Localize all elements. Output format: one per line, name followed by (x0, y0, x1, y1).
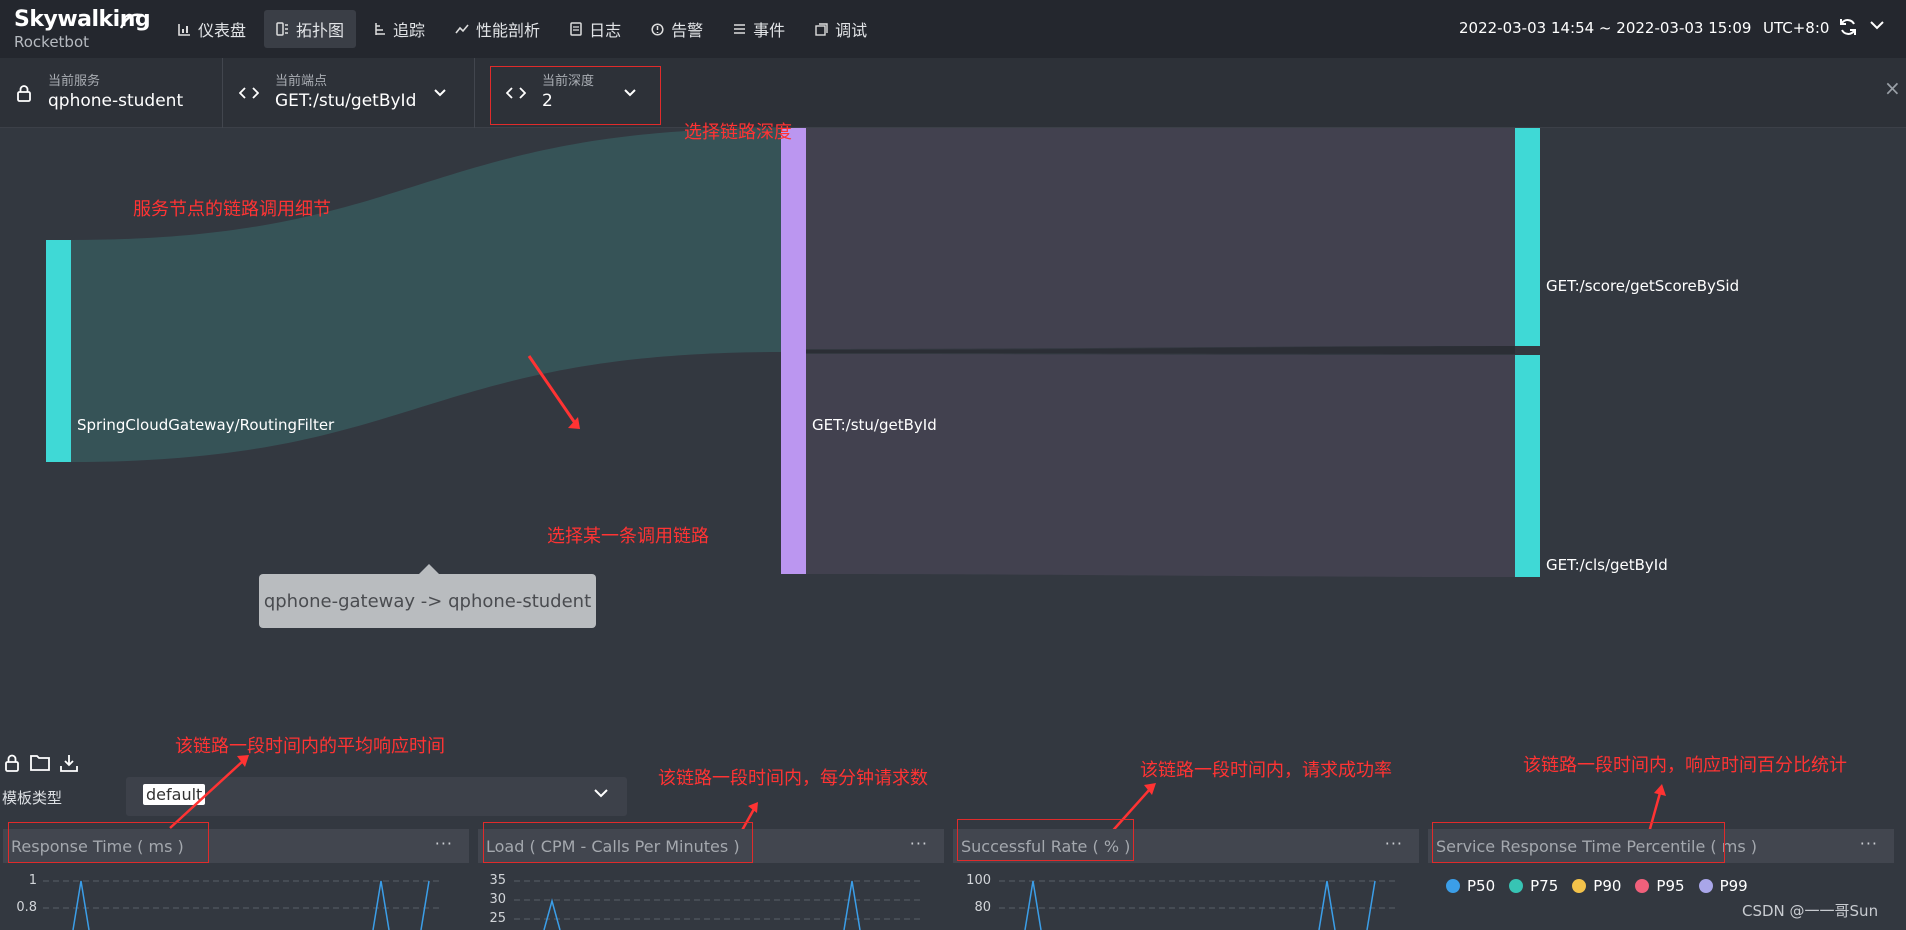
top-navbar: Skywalking Rocketbot 仪表盘 拓扑图 追踪 性能剖析 日志 (0, 0, 1906, 58)
y-tick: 80 (974, 900, 991, 915)
legend-label: P90 (1593, 877, 1622, 895)
annotation-node-detail: 服务节点的链路调用细节 (133, 199, 331, 220)
nav-label: 追踪 (393, 21, 426, 40)
nav-label: 调试 (835, 21, 868, 40)
y-tick: 100 (966, 873, 991, 888)
event-icon (734, 24, 746, 34)
service-label: 当前服务 (48, 74, 101, 89)
link-tooltip: qphone-gateway -> qphone-student (259, 564, 596, 628)
nav-label: 告警 (671, 21, 704, 40)
timezone-label[interactable]: UTC+8:0 (1763, 19, 1829, 37)
legend-label: P99 (1719, 877, 1748, 895)
service-selector[interactable]: 当前服务 qphone-student (0, 58, 223, 128)
watermark: CSDN @一一哥Sun (1742, 902, 1879, 920)
sankey-node-label[interactable]: GET:/cls/getById (1546, 556, 1668, 574)
legend-label: P95 (1656, 877, 1685, 895)
legend-label: P50 (1467, 877, 1496, 895)
nav-label: 日志 (589, 21, 622, 40)
annotation-depth: 选择链路深度 (684, 122, 792, 143)
depth-highlight-box (490, 66, 661, 125)
time-range-picker[interactable]: 2022-03-03 14:54 ~ 2022-03-03 15:09 (1459, 19, 1751, 37)
topology-icon (276, 22, 289, 36)
debug-icon (815, 22, 828, 36)
nav-label: 仪表盘 (198, 21, 247, 40)
sankey-node-center (781, 128, 806, 574)
main-nav: 仪表盘 拓扑图 追踪 性能剖析 日志 告警 事件 调试 (166, 10, 885, 48)
y-tick: 0.8 (16, 900, 37, 915)
success-rate-highlight (957, 819, 1134, 861)
brand-subtitle: Rocketbot (14, 33, 90, 51)
chart-icon (178, 23, 190, 36)
sankey-link-gateway-center (71, 128, 781, 462)
response-time-highlight (8, 822, 209, 863)
selector-bar: 当前服务 qphone-student 当前端点 GET:/stu/getByI… (0, 58, 1906, 128)
nav-item-profiling[interactable]: 性能剖析 (443, 10, 552, 48)
nav-label: 事件 (753, 21, 786, 40)
legend-item-p75[interactable]: P75 (1509, 877, 1558, 895)
logo-arc-icon (119, 13, 141, 29)
lock-icon (17, 84, 31, 102)
nav-label: 拓扑图 (296, 21, 345, 40)
sankey-node-label[interactable]: SpringCloudGateway/RoutingFilter (77, 416, 334, 434)
chevron-down-icon (434, 89, 447, 97)
legend-item-p95[interactable]: P95 (1635, 877, 1685, 895)
legend-label: P75 (1530, 877, 1559, 895)
percentile-highlight (1432, 822, 1725, 863)
y-tick: 30 (489, 892, 506, 907)
nav-item-alarm[interactable]: 告警 (639, 10, 715, 48)
sankey-node-label[interactable]: GET:/score/getScoreBySid (1546, 277, 1739, 295)
endpoint-value: GET:/stu/getById (275, 91, 417, 111)
nav-item-event[interactable]: 事件 (721, 10, 797, 48)
legend-item-p90[interactable]: P90 (1572, 877, 1621, 895)
nav-item-trace[interactable]: 追踪 (362, 10, 437, 48)
sankey-link-center-score-main (806, 128, 1515, 349)
service-value: qphone-student (48, 91, 184, 111)
load-sparkline (514, 880, 924, 930)
alarm-icon (651, 22, 664, 36)
nav-item-debug[interactable]: 调试 (803, 10, 879, 48)
profile-icon (455, 24, 469, 34)
sankey-link-center-cls (806, 354, 1515, 577)
nav-item-dashboard[interactable]: 仪表盘 (166, 10, 258, 48)
refresh-icon[interactable] (1838, 17, 1858, 37)
endpoint-selector[interactable]: 当前端点 GET:/stu/getById (223, 58, 475, 128)
y-tick: 35 (489, 873, 506, 888)
more-icon[interactable]: ··· (910, 834, 928, 853)
logo[interactable]: Skywalking Rocketbot (14, 9, 151, 52)
more-icon[interactable]: ··· (435, 834, 453, 853)
log-icon (570, 22, 582, 36)
close-icon[interactable]: × (1884, 76, 1901, 100)
success-rate-sparkline (999, 880, 1399, 930)
code-icon (239, 87, 259, 99)
legend-item-p50[interactable]: P50 (1446, 877, 1495, 895)
legend-item-p99[interactable]: P99 (1698, 877, 1748, 895)
nav-item-log[interactable]: 日志 (558, 10, 633, 48)
load-highlight (483, 822, 753, 863)
sankey-node-cls (1515, 355, 1540, 577)
response-time-sparkline (43, 880, 443, 930)
nav-label: 性能剖析 (476, 21, 541, 40)
percentile-legend: P50 P75 P90 P95 P99 (1446, 877, 1762, 895)
sankey-node-score (1515, 128, 1540, 346)
more-icon[interactable]: ··· (1860, 834, 1878, 853)
y-tick: 1 (28, 873, 37, 888)
endpoint-label: 当前端点 (275, 74, 328, 89)
nav-item-topology[interactable]: 拓扑图 (264, 10, 357, 48)
trace-icon (375, 23, 386, 35)
sankey-node-gateway (46, 240, 71, 462)
sankey-node-label[interactable]: GET:/stu/getById (812, 416, 937, 434)
chevron-down-icon[interactable] (1870, 20, 1884, 30)
y-tick: 25 (489, 911, 506, 926)
more-icon[interactable]: ··· (1385, 834, 1403, 853)
annotation-select-link: 选择某一条调用链路 (547, 526, 709, 547)
